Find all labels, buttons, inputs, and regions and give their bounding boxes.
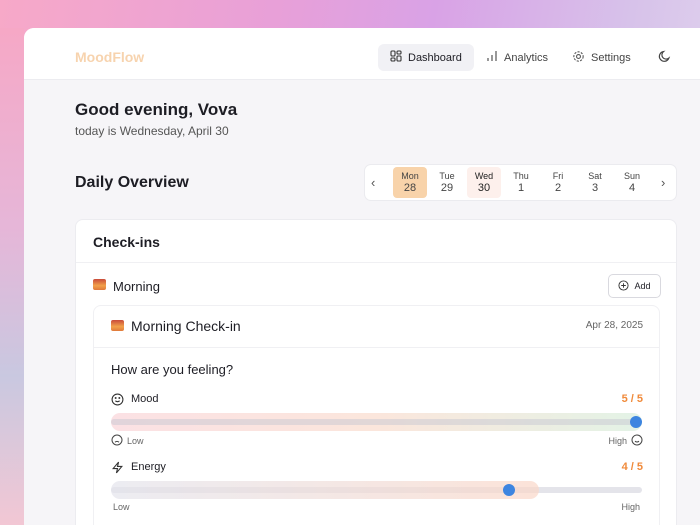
frown-icon	[111, 434, 123, 448]
day-picker: ‹ Mon 28 Tue 29 Wed 30 Thu 1 Fri 2 Sat 3 Sun 4 …	[364, 164, 677, 201]
day-mon[interactable]: Mon 28	[393, 167, 427, 198]
plus-circle-icon	[618, 279, 630, 293]
chevron-right-icon[interactable]: ›	[661, 175, 665, 190]
grid-icon	[390, 50, 402, 65]
app-window: MoodFlow Dashboard Analytics Settings Go…	[24, 28, 700, 525]
greeting-title: Good evening, Vova	[75, 100, 238, 119]
low-label: Low	[127, 436, 144, 446]
mood-slider[interactable]	[111, 419, 642, 425]
nav-label: Analytics	[504, 51, 549, 64]
low-label: Low	[113, 502, 130, 512]
day-sun[interactable]: Sun 4	[615, 167, 649, 198]
day-tue[interactable]: Tue 29	[430, 167, 464, 198]
moon-icon[interactable]	[658, 50, 671, 68]
sunrise-icon	[111, 320, 124, 331]
card-title: Check-ins	[93, 234, 160, 250]
section-title: Daily Overview	[75, 174, 189, 191]
nav-analytics[interactable]: Analytics	[474, 44, 560, 71]
high-label: High	[621, 502, 640, 512]
gear-icon	[572, 50, 585, 66]
metric-value: 5 / 5	[621, 393, 643, 405]
entry-date: Apr 28, 2025	[585, 320, 643, 331]
add-label: Add	[634, 281, 651, 291]
mood-slider-thumb[interactable]	[630, 416, 642, 428]
metric-value: 4 / 5	[621, 461, 643, 473]
checkins-card: Check-ins Morning Add Morning Check-in A…	[75, 219, 677, 525]
sunrise-icon	[93, 279, 106, 290]
smile-icon	[631, 434, 643, 448]
top-nav: MoodFlow Dashboard Analytics Settings	[24, 28, 700, 80]
lightning-icon	[111, 461, 124, 479]
nav-settings[interactable]: Settings	[560, 44, 643, 71]
section-label: Morning	[113, 279, 160, 294]
day-thu[interactable]: Thu 1	[504, 167, 538, 198]
bar-chart-icon	[486, 50, 498, 65]
nav-label: Settings	[591, 51, 631, 64]
high-label: High	[608, 436, 627, 446]
greeting-subtitle: today is Wednesday, April 30	[75, 124, 229, 138]
day-fri[interactable]: Fri 2	[541, 167, 575, 198]
day-sat[interactable]: Sat 3	[578, 167, 612, 198]
chevron-left-icon[interactable]: ‹	[371, 175, 375, 190]
day-wed[interactable]: Wed 30	[467, 167, 501, 198]
entry-title: Morning Check-in	[131, 318, 241, 334]
checkin-entry: Morning Check-in Apr 28, 2025 How are yo…	[93, 305, 660, 525]
metric-label: Mood	[131, 393, 159, 405]
add-button[interactable]: Add	[608, 274, 661, 298]
smile-icon	[111, 393, 124, 411]
nav-label: Dashboard	[408, 51, 462, 64]
nav-dashboard[interactable]: Dashboard	[378, 44, 474, 71]
question: How are you feeling?	[111, 362, 234, 377]
logo[interactable]: MoodFlow	[75, 49, 144, 65]
metric-label: Energy	[131, 461, 166, 473]
